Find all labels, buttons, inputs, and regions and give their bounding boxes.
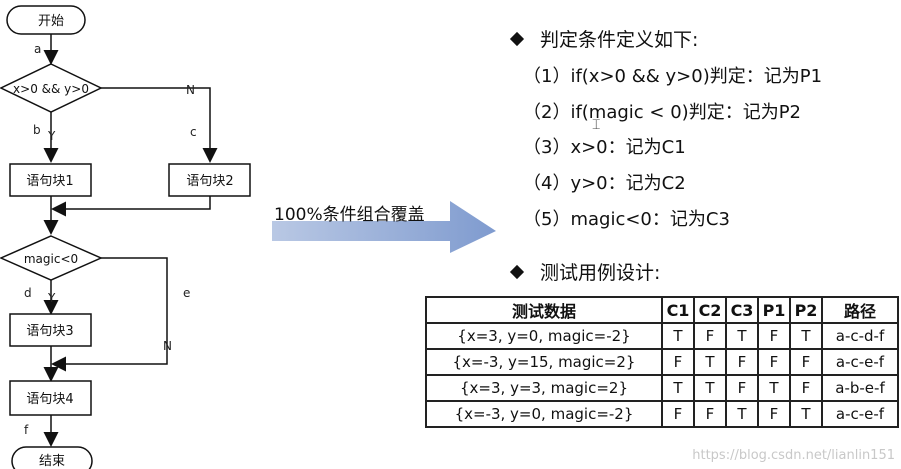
table-cell: F <box>757 322 791 350</box>
table-cell: T <box>661 374 695 402</box>
conditions-title: 判定条件定义如下: <box>540 29 699 51</box>
table-cell: a-c-e-f <box>821 348 899 376</box>
condition-item: （5）magic<0：记为C3 <box>523 209 730 230</box>
conditions-heading: 判定条件定义如下: <box>509 25 699 52</box>
table-cell: {x=-3, y=15, magic=2} <box>425 348 663 376</box>
condition-item: （1）if(x>0 && y>0)判定：记为P1 <box>523 66 823 87</box>
table-header-cell: C1 <box>661 296 695 324</box>
table-cell: T <box>725 400 759 428</box>
table-row: {x=3, y=0, magic=-2} T F T F T a-c-d-f <box>425 322 899 350</box>
decision1-label: x>0 && y>0 <box>13 82 89 96</box>
table-cell: {x=3, y=3, magic=2} <box>425 374 663 402</box>
table-cell: F <box>788 374 824 402</box>
start-label: 开始 <box>38 14 64 29</box>
table-cell: F <box>757 348 791 376</box>
edge-e <box>51 257 168 372</box>
table-cell: F <box>725 348 759 376</box>
table-cell: T <box>693 348 727 376</box>
block2-label: 语句块2 <box>186 174 233 189</box>
table-header-cell: 路径 <box>821 296 899 324</box>
table-header-cell: 测试数据 <box>425 296 663 324</box>
table-header-cell: C3 <box>725 296 759 324</box>
table-cell: T <box>725 322 759 350</box>
condition-item: （4）y>0：记为C2 <box>523 173 686 194</box>
table-cell: T <box>757 374 791 402</box>
table-row: {x=-3, y=0, magic=-2} F F T F T a-c-e-f <box>425 400 899 428</box>
edge-n1-label: N <box>186 83 195 97</box>
edge-b-label: b <box>33 123 41 137</box>
table-header-cell: C2 <box>693 296 727 324</box>
edge-y1-label: Y <box>47 129 56 143</box>
edge-block2-merge <box>51 196 211 217</box>
text-cursor-icon: ⌶ <box>592 116 601 132</box>
table-cell: F <box>693 322 727 350</box>
table-cell: {x=-3, y=0, magic=-2} <box>425 400 663 428</box>
edge-c-label: c <box>190 125 197 139</box>
edge-y2-label: Y <box>47 291 56 305</box>
table-cell: T <box>788 400 824 428</box>
table-cell: F <box>757 400 791 428</box>
table-cell: F <box>693 400 727 428</box>
block1-label: 语句块1 <box>26 174 73 189</box>
table-header-cell: P1 <box>757 296 791 324</box>
edge-e-label: e <box>183 286 190 300</box>
condition-item: （3）x>0：记为C1 <box>523 137 686 158</box>
edge-a-label: a <box>34 42 41 56</box>
end-label: 结束 <box>39 454 65 469</box>
flowchart: 开始 a x>0 && y>0 b Y N c 语句块1 语句块2 magic<… <box>0 5 251 469</box>
table-header-row: 测试数据 C1 C2 C3 P1 P2 路径 <box>425 296 899 324</box>
condition-item: （2）if(magic < 0)判定：记为P2 <box>523 102 802 123</box>
edge-f-label: f <box>24 423 29 437</box>
edge-n2-label: N <box>163 339 172 353</box>
decision2-label: magic<0 <box>24 252 78 266</box>
table-cell: a-b-e-f <box>821 374 899 402</box>
table-cell: T <box>788 322 824 350</box>
watermark: https://blog.csdn.net/lianlin151 <box>692 448 895 463</box>
table-header-cell: P2 <box>788 296 824 324</box>
diamond-bullet-icon <box>509 31 525 46</box>
arrow-label: 100%条件组合覆盖 <box>274 205 425 225</box>
table-cell: T <box>693 374 727 402</box>
table-cell: F <box>661 400 695 428</box>
testcase-title: 测试用例设计: <box>540 262 661 284</box>
table-cell: a-c-e-f <box>821 400 899 428</box>
table-cell: F <box>661 348 695 376</box>
diamond-bullet-icon <box>509 264 525 279</box>
edge-d-label: d <box>24 286 32 300</box>
testcase-heading: 测试用例设计: <box>509 258 661 285</box>
table-cell: a-c-d-f <box>821 322 899 350</box>
testcase-table: 测试数据 C1 C2 C3 P1 P2 路径 {x=3, y=0, magic=… <box>425 296 899 428</box>
table-row: {x=3, y=3, magic=2} T T F T F a-b-e-f <box>425 374 899 402</box>
block4-label: 语句块4 <box>26 392 73 407</box>
block3-label: 语句块3 <box>26 324 73 339</box>
table-row: {x=-3, y=15, magic=2} F T F F F a-c-e-f <box>425 348 899 376</box>
table-cell: F <box>788 348 824 376</box>
table-cell: {x=3, y=0, magic=-2} <box>425 322 663 350</box>
table-cell: F <box>725 374 759 402</box>
edge-c <box>101 87 218 163</box>
table-cell: T <box>661 322 695 350</box>
